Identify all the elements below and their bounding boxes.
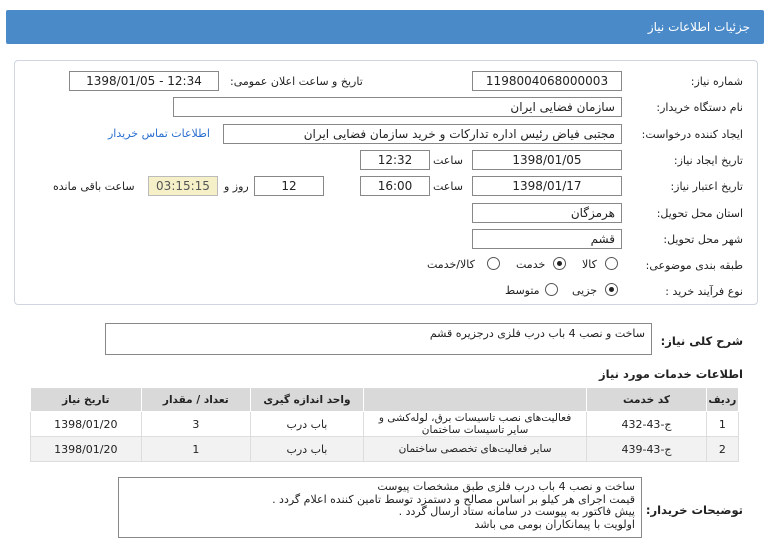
col-code-header: کد خدمت [586, 387, 707, 412]
created-date-field: 1398/01/05 [472, 150, 622, 170]
need-number-field: 1198004068000003 [472, 71, 622, 91]
col-date-header: تاریخ نیاز [30, 387, 142, 412]
buyer-contact-link[interactable]: اطلاعات تماس خریدار [108, 127, 210, 140]
col-name-header [362, 387, 588, 412]
validity-label: تاریخ اعتبار نیاز: [670, 180, 743, 193]
purchase-type-label: نوع فرآیند خرید : [665, 285, 743, 298]
buyer-note-line: ساخت و نصب 4 باب درب فلزی طبق مشخصات پیو… [377, 480, 635, 493]
creator-field: مجتبی فیاض رئیس اداره تدارکات و خرید ساز… [223, 124, 622, 144]
buyer-note-line: اولویت با پیمانکاران بومی می باشد [474, 517, 635, 531]
city-label: شهر محل تحویل: [663, 233, 743, 246]
col-unit-header: واحد اندازه گیری [250, 387, 364, 412]
cell-name: فعالیت‌های نصب تاسیسات برق، لوله‌کشی و س… [362, 411, 588, 437]
category-goods-radio[interactable] [605, 257, 618, 270]
table-row: 2 ج-43-439 سایر فعالیت‌های تخصصی ساختمان با… [30, 436, 740, 462]
cell-name: سایر فعالیت‌های تخصصی ساختمان [362, 436, 588, 462]
buyer-notes-label: توضیحات خریدار: [645, 503, 743, 517]
cell-date: 1398/01/20 [30, 436, 142, 462]
category-goods-service-radio[interactable] [487, 257, 500, 270]
cell-qty: 3 [140, 411, 252, 437]
cell-index: 1 [705, 411, 740, 437]
created-date-label: تاریخ ایجاد نیاز: [673, 154, 743, 167]
province-field: هرمزگان [472, 203, 622, 223]
remaining-time-field: 03:15:15 [148, 176, 218, 196]
created-time-label: ساعت [433, 154, 463, 167]
cell-code: ج-43-439 [586, 436, 707, 462]
services-title: اطلاعات خدمات مورد نیاز [599, 367, 743, 381]
cell-unit: باب درب [250, 411, 364, 437]
announce-datetime-field: 1398/01/05 - 12:34 [69, 71, 219, 91]
services-table: ردیف کد خدمت واحد اندازه گیری تعداد / مقدار… [30, 387, 740, 462]
validity-time-label: ساعت [433, 180, 463, 193]
created-time-field: 12:32 [360, 150, 430, 170]
creator-label: ایجاد کننده درخواست: [641, 128, 743, 141]
category-goods-service-label: کالا/خدمت [427, 258, 475, 271]
buyer-note-line: پیش فاکتور به پیوست در سامانه ستاد ارسال… [398, 505, 635, 518]
city-field: قشم [472, 229, 622, 249]
cell-unit: باب درب [250, 436, 364, 462]
cell-index: 2 [705, 436, 740, 462]
buyer-field: سازمان فضایی ایران [173, 97, 622, 117]
table-row: 1 ج-43-432 فعالیت‌های نصب تاسیسات برق، لول… [30, 411, 740, 437]
table-header-row: ردیف کد خدمت واحد اندازه گیری تعداد / مقدار… [30, 387, 740, 412]
purchase-minor-radio[interactable] [605, 283, 618, 296]
category-service-radio[interactable] [553, 257, 566, 270]
buyer-notes-field: ساخت و نصب 4 باب درب فلزی طبق مشخصات پیو… [118, 477, 642, 538]
buyer-label: نام دستگاه خریدار: [656, 101, 743, 114]
remaining-days-field: 12 [254, 176, 324, 196]
col-index-header: ردیف [705, 387, 740, 412]
cell-code: ج-43-432 [586, 411, 707, 437]
category-service-label: خدمت [516, 258, 546, 271]
category-goods-label: کالا [582, 258, 597, 271]
page-header: جزئیات اطلاعات نیاز [6, 10, 764, 44]
purchase-medium-label: متوسط [505, 284, 540, 297]
announce-label: تاریخ و ساعت اعلان عمومی: [230, 75, 363, 88]
province-label: استان محل تحویل: [656, 207, 743, 220]
purchase-minor-label: جزیی [572, 284, 598, 297]
days-label: روز و [224, 180, 249, 193]
summary-label: شرح کلی نیاز: [660, 334, 743, 348]
validity-date-field: 1398/01/17 [472, 176, 622, 196]
page-title: جزئیات اطلاعات نیاز [647, 20, 750, 34]
cell-qty: 1 [140, 436, 252, 462]
purchase-medium-radio[interactable] [545, 283, 558, 296]
remaining-label: ساعت باقی مانده [53, 180, 135, 193]
summary-field: ساخت و نصب 4 باب درب فلزی درجزیره قشم [105, 323, 652, 355]
col-qty-header: تعداد / مقدار [140, 387, 252, 412]
validity-time-field: 16:00 [360, 176, 430, 196]
category-label: طبقه بندی موضوعی: [645, 259, 743, 272]
need-number-label: شماره نیاز: [690, 75, 743, 88]
cell-date: 1398/01/20 [30, 411, 142, 437]
